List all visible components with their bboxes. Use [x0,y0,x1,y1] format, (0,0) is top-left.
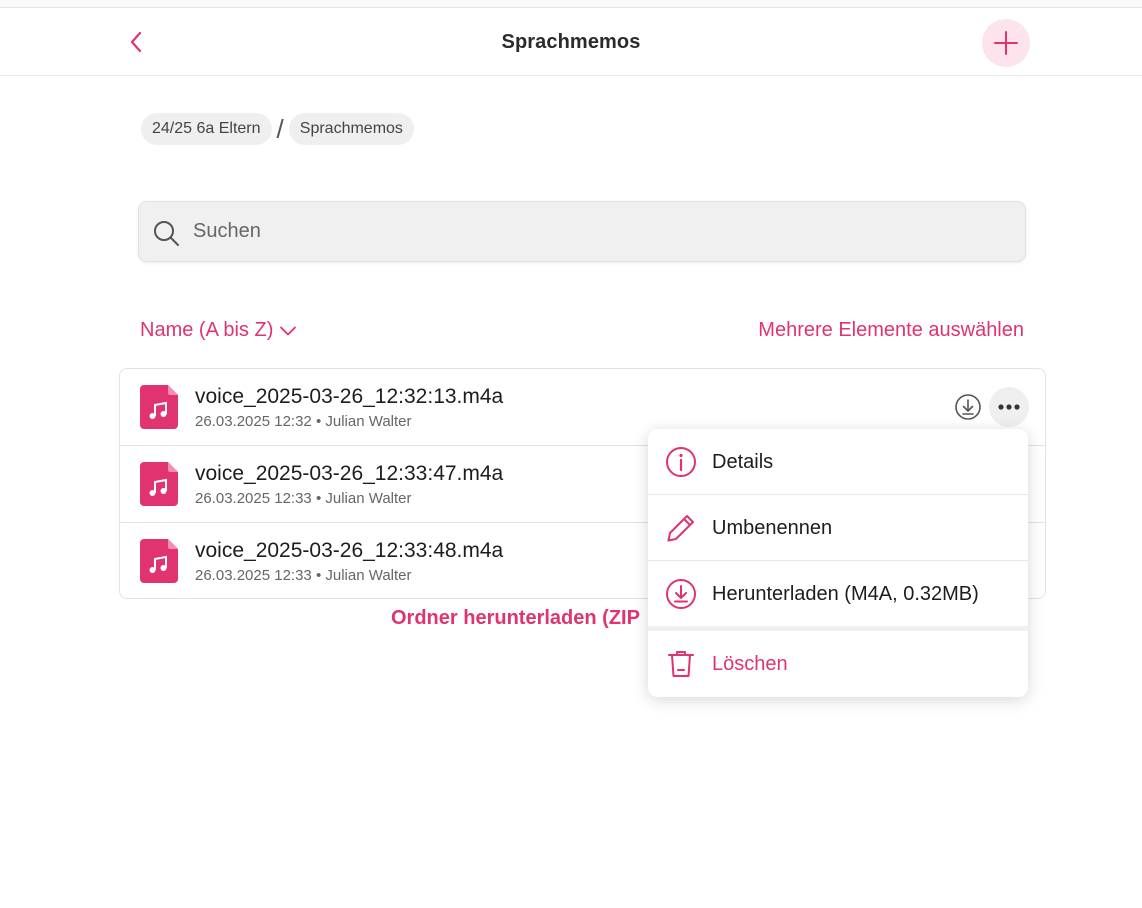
more-options-button[interactable] [989,387,1029,427]
info-icon [666,447,696,477]
menu-item-label: Details [712,450,774,473]
multi-select-button[interactable]: Mehrere Elemente auswählen [758,319,1024,342]
context-menu: Details Umbenennen Herunterladen (M4A, 0… [648,429,1028,697]
download-icon [666,579,696,609]
window-top-border [0,0,1142,8]
search-input[interactable] [193,202,1013,261]
search-icon [154,221,179,246]
audio-file-icon [140,539,178,583]
chevron-down-icon [280,326,297,335]
file-name: voice_2025-03-26_12:33:48.m4a [195,539,504,562]
audio-file-icon [140,462,178,506]
sort-dropdown[interactable]: Name (A bis Z) [140,319,297,342]
download-folder-zip-link[interactable]: Ordner herunterladen (ZIP [391,607,640,630]
menu-item-label: Herunterladen (M4A, 0.32MB) [712,582,979,605]
file-name: voice_2025-03-26_12:33:47.m4a [195,462,504,485]
download-icon[interactable] [954,393,982,421]
menu-item-download[interactable]: Herunterladen (M4A, 0.32MB) [648,561,1028,627]
file-meta: 26.03.2025 12:32 • Julian Walter [195,413,412,430]
menu-item-details[interactable]: Details [648,429,1028,495]
app-header: Sprachmemos [0,9,1142,76]
more-horizontal-icon [998,404,1020,410]
pencil-icon [667,515,694,542]
menu-item-delete[interactable]: Löschen [648,631,1028,697]
audio-file-icon [140,385,178,429]
trash-icon [668,651,694,677]
page-title: Sprachmemos [501,31,641,53]
menu-item-label: Löschen [712,652,788,675]
file-name: voice_2025-03-26_12:32:13.m4a [195,385,504,408]
breadcrumb-item-parent[interactable]: 24/25 6a Eltern [141,113,272,145]
sort-label: Name (A bis Z) [140,319,274,341]
search-bar [138,201,1026,262]
breadcrumb-item-current[interactable]: Sprachmemos [288,113,414,145]
file-meta: 26.03.2025 12:33 • Julian Walter [195,490,412,507]
plus-icon [994,31,1018,55]
file-meta: 26.03.2025 12:33 • Julian Walter [195,567,412,584]
menu-item-rename[interactable]: Umbenennen [648,495,1028,561]
add-button[interactable] [982,19,1030,67]
breadcrumb-separator: / [276,113,284,144]
breadcrumb: 24/25 6a Eltern / Sprachmemos [141,113,414,145]
menu-item-label: Umbenennen [712,516,833,539]
